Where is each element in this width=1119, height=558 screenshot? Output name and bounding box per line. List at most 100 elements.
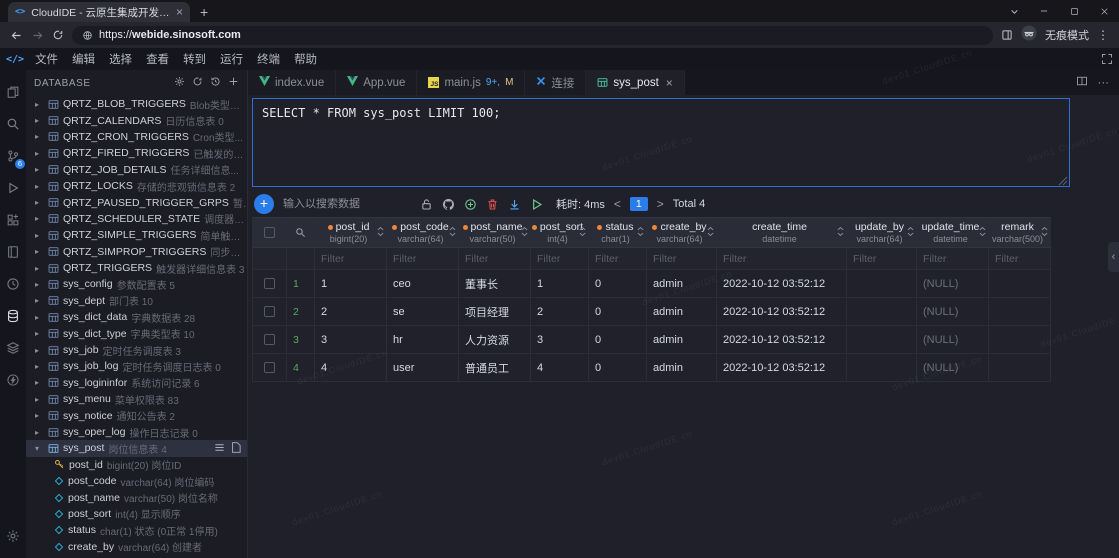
data-cell[interactable]: 1 <box>315 270 387 297</box>
filter-input-create_time[interactable]: Filter <box>717 248 847 269</box>
row-checkbox[interactable] <box>253 298 287 325</box>
menu-item[interactable]: 文件 <box>28 51 65 67</box>
filter-input-post_sort[interactable]: Filter <box>531 248 589 269</box>
checkbox-icon[interactable] <box>264 278 275 289</box>
column-header-post_code[interactable]: post_codevarchar(64) <box>387 218 459 247</box>
table-item-sys_dept[interactable]: ▸sys_dept部门表 10 <box>26 293 247 309</box>
export-icon[interactable] <box>508 198 521 211</box>
sort-icon[interactable] <box>1041 226 1048 240</box>
data-cell[interactable]: (NULL) <box>917 354 989 381</box>
column-header-post_sort[interactable]: post_sortint(4) <box>531 218 589 247</box>
sort-icon[interactable] <box>837 226 844 240</box>
sort-icon[interactable] <box>979 226 986 240</box>
data-cell[interactable]: admin <box>647 270 717 297</box>
sql-editor[interactable]: SELECT * FROM sys_post LIMIT 100; <box>252 98 1070 187</box>
settings-gear-icon[interactable] <box>0 520 26 552</box>
table-item-sys_post[interactable]: ▾sys_post岗位信息表 4 <box>26 440 247 456</box>
menu-item[interactable]: 查看 <box>139 51 176 67</box>
data-cell[interactable] <box>989 326 1051 353</box>
filter-input-update_time[interactable]: Filter <box>917 248 989 269</box>
data-cell[interactable] <box>847 298 917 325</box>
checkbox-icon[interactable] <box>264 306 275 317</box>
refresh-icon[interactable] <box>192 76 203 90</box>
data-cell[interactable]: 0 <box>589 326 647 353</box>
extensions-icon[interactable] <box>0 204 26 236</box>
data-cell[interactable]: 3 <box>315 326 387 353</box>
data-cell[interactable]: 2022-10-12 03:52:12 <box>717 270 847 297</box>
gear-icon[interactable] <box>174 76 185 90</box>
table-item-QRTZ_BLOB_TRIGGERS[interactable]: ▸QRTZ_BLOB_TRIGGERSBlob类型的... <box>26 96 247 112</box>
table-item-sys_menu[interactable]: ▸sys_menu菜单权限表 83 <box>26 391 247 407</box>
field-item-post_sort[interactable]: post_sortint(4) 显示顺序 <box>26 506 247 522</box>
data-cell[interactable]: 4 <box>531 354 589 381</box>
data-cell[interactable]: 普通员工 <box>459 354 531 381</box>
incognito-avatar-icon[interactable] <box>1021 25 1037 46</box>
data-cell[interactable] <box>989 270 1051 297</box>
field-item-post_code[interactable]: post_codevarchar(64) 岗位编码 <box>26 473 247 489</box>
column-header-create_by[interactable]: create_byvarchar(64) <box>647 218 717 247</box>
table-item-sys_logininfor[interactable]: ▸sys_logininfor系统访问记录 6 <box>26 375 247 391</box>
forward-icon[interactable] <box>31 29 44 42</box>
filter-input-post_name[interactable]: Filter <box>459 248 531 269</box>
delete-icon[interactable] <box>486 198 499 211</box>
sort-icon[interactable] <box>707 226 714 240</box>
sort-icon[interactable] <box>521 226 528 240</box>
menu-item[interactable]: 转到 <box>176 51 213 67</box>
data-cell[interactable]: user <box>387 354 459 381</box>
table-item-sys_notice[interactable]: ▸sys_notice通知公告表 2 <box>26 407 247 423</box>
data-cell[interactable]: 2022-10-12 03:52:12 <box>717 298 847 325</box>
sort-icon[interactable] <box>907 226 914 240</box>
field-item-post_name[interactable]: post_namevarchar(50) 岗位名称 <box>26 489 247 505</box>
run-icon[interactable] <box>530 198 543 211</box>
table-item-sys_dict_data[interactable]: ▸sys_dict_data字典数据表 28 <box>26 309 247 325</box>
search-input[interactable] <box>283 198 411 210</box>
filter-input-remark[interactable]: Filter <box>989 248 1051 269</box>
menu-item[interactable]: 帮助 <box>287 51 324 67</box>
open-data-icon[interactable] <box>214 442 225 456</box>
table-item-sys_config[interactable]: ▸sys_config参数配置表 5 <box>26 276 247 292</box>
add-icon[interactable] <box>228 76 239 90</box>
filter-input-create_by[interactable]: Filter <box>647 248 717 269</box>
close-icon[interactable]: × <box>666 77 673 89</box>
flash-icon[interactable] <box>0 364 26 396</box>
data-cell[interactable]: admin <box>647 354 717 381</box>
checkbox-icon[interactable] <box>264 362 275 373</box>
data-cell[interactable]: 3 <box>531 326 589 353</box>
run-debug-icon[interactable] <box>0 172 26 204</box>
data-cell[interactable] <box>847 270 917 297</box>
table-item-QRTZ_SIMPROP_TRIGGERS[interactable]: ▸QRTZ_SIMPROP_TRIGGERS同步机... <box>26 244 247 260</box>
table-item-sys_job_log[interactable]: ▸sys_job_log定时任务调度日志表 0 <box>26 358 247 374</box>
table-item-QRTZ_CALENDARS[interactable]: ▸QRTZ_CALENDARS日历信息表 0 <box>26 112 247 128</box>
history-icon[interactable] <box>210 76 221 90</box>
field-item-create_by[interactable]: create_byvarchar(64) 创建者 <box>26 539 247 555</box>
data-cell[interactable]: 人力资源 <box>459 326 531 353</box>
editor-tab-sys_post[interactable]: sys_post× <box>586 70 684 95</box>
field-item-status[interactable]: statuschar(1) 状态 (0正常 1停用) <box>26 522 247 538</box>
menu-item[interactable]: 选择 <box>102 51 139 67</box>
editor-tab-App.vue[interactable]: App.vue <box>336 70 417 95</box>
sort-icon[interactable] <box>579 226 586 240</box>
browser-menu-icon[interactable]: ⋮ <box>1097 28 1109 42</box>
data-cell[interactable]: (NULL) <box>917 270 989 297</box>
menu-item[interactable]: 编辑 <box>65 51 102 67</box>
notebook-icon[interactable] <box>0 236 26 268</box>
data-cell[interactable]: se <box>387 298 459 325</box>
url-bar[interactable]: https://webide.sinosoft.com <box>72 26 993 45</box>
sort-icon[interactable] <box>449 226 456 240</box>
table-item-QRTZ_PAUSED_TRIGGER_GRPS[interactable]: ▸QRTZ_PAUSED_TRIGGER_GRPS暂... <box>26 194 247 210</box>
field-item-post_id[interactable]: post_idbigint(20) 岗位ID <box>26 457 247 473</box>
sort-icon[interactable] <box>377 226 384 240</box>
column-header-remark[interactable]: remarkvarchar(500) <box>989 218 1051 247</box>
data-cell[interactable]: 0 <box>589 354 647 381</box>
collapse-panel-button[interactable]: ‹ <box>1108 242 1119 272</box>
github-icon[interactable] <box>442 198 455 211</box>
row-checkbox[interactable] <box>253 354 287 381</box>
filter-input-status[interactable]: Filter <box>589 248 647 269</box>
add-button[interactable]: + <box>254 194 274 214</box>
menu-item[interactable]: 终端 <box>250 51 287 67</box>
files-icon[interactable] <box>0 76 26 108</box>
search-icon[interactable] <box>0 108 26 140</box>
layers-icon[interactable] <box>0 332 26 364</box>
data-cell[interactable]: (NULL) <box>917 326 989 353</box>
data-cell[interactable]: (NULL) <box>917 298 989 325</box>
